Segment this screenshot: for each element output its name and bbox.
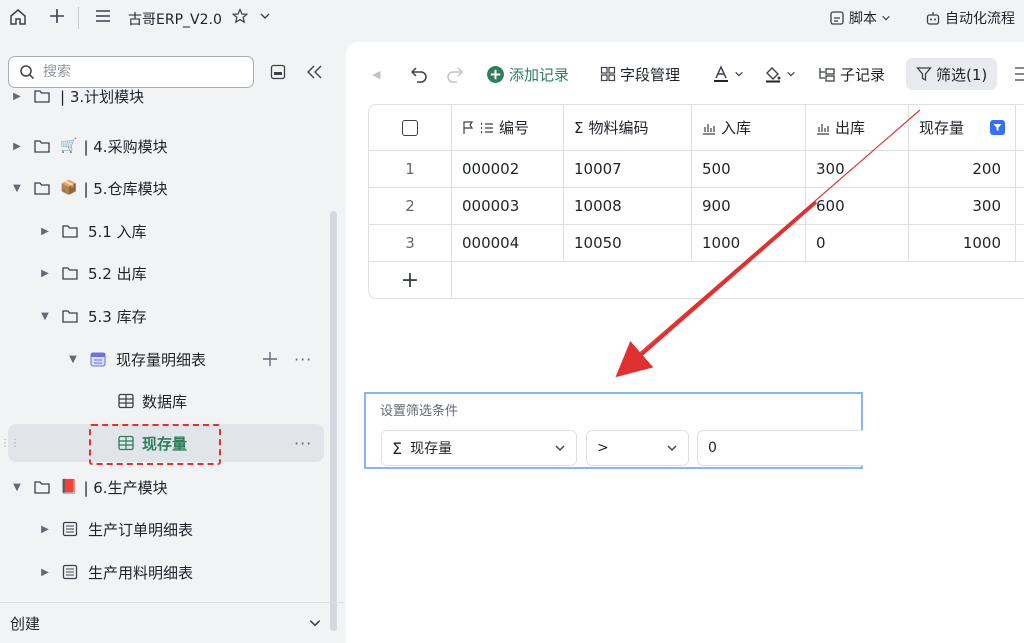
tree-item-stock-detail[interactable]: ▼ 现存量明细表 ···	[66, 340, 324, 378]
tree-item-label: 生产订单明细表	[88, 520, 194, 539]
folder-icon	[34, 181, 50, 195]
tree-item-warehouse[interactable]: ▼ 📦 | 5.仓库模块	[10, 169, 168, 207]
book-icon: 📕	[60, 479, 78, 495]
script-label: 脚本	[849, 11, 877, 27]
calendar-table-icon	[90, 351, 106, 367]
tree-item-purchase[interactable]: ▶ 🛒 | 4.采购模块	[10, 127, 168, 165]
app-title: 古哥ERP_V2.0	[128, 12, 222, 28]
create-bar[interactable]: 创建	[0, 602, 344, 643]
caret-down-icon[interactable]: ▼	[66, 354, 80, 365]
automation-button[interactable]: 自动化流程	[925, 8, 1015, 28]
tree-item-label: 现存量明细表	[116, 350, 207, 369]
tree-item-label: 5.3 库存	[88, 307, 147, 326]
tree-item-outbound[interactable]: ▶ 5.2 出库	[38, 254, 147, 292]
drag-handle-icon[interactable]: ⋮⋮	[0, 438, 20, 449]
tree-item-database[interactable]: 数据库	[118, 382, 187, 420]
script-icon	[830, 11, 844, 25]
tree-item-label: | 6.生产模块	[83, 478, 168, 497]
tree-item-label: 5.2 出库	[88, 264, 147, 283]
create-label: 创建	[10, 614, 41, 633]
tree-item-production-material[interactable]: ▶ 生产用料明细表	[38, 553, 193, 591]
more-icon[interactable]: ···	[294, 350, 312, 369]
add-icon[interactable]	[48, 7, 66, 25]
caret-right-icon[interactable]: ▶	[38, 226, 52, 237]
caret-down-icon[interactable]: ▼	[10, 183, 24, 194]
chevron-down-icon	[882, 15, 890, 21]
folder-icon	[62, 266, 78, 280]
folder-icon	[34, 89, 50, 103]
more-icon[interactable]: ···	[294, 434, 312, 453]
caret-down-icon[interactable]: ▼	[38, 311, 52, 322]
script-button[interactable]: 脚本	[829, 8, 891, 28]
caret-right-icon[interactable]: ▶	[38, 567, 52, 578]
tree-item-production[interactable]: ▼ 📕 | 6.生产模块	[10, 468, 168, 506]
chevron-down-icon	[309, 620, 321, 627]
annotation-arrow	[615, 109, 921, 378]
list-icon	[62, 564, 78, 580]
tree-item-production-order[interactable]: ▶ 生产订单明细表	[38, 510, 193, 548]
package-icon: 📦	[60, 180, 78, 196]
menu-icon[interactable]	[95, 8, 111, 24]
table-icon	[118, 393, 134, 409]
chevron-down-icon[interactable]	[259, 10, 271, 22]
caret-right-icon[interactable]: ▶	[10, 141, 24, 152]
tree-item-label: | 3.计划模块	[60, 88, 145, 106]
divider	[78, 7, 79, 29]
home-icon[interactable]	[8, 7, 28, 27]
tree-item-label: | 5.仓库模块	[83, 179, 168, 198]
caret-right-icon[interactable]: ▶	[10, 91, 24, 102]
folder-icon	[34, 139, 50, 153]
top-bar: 古哥ERP_V2.0 脚本 自动化流程	[0, 0, 1024, 36]
collapse-panel-icon[interactable]	[270, 64, 286, 80]
tree-item-label: | 4.采购模块	[83, 137, 168, 156]
tree-item-label: 数据库	[142, 392, 188, 411]
caret-right-icon[interactable]: ▶	[38, 524, 52, 535]
folder-icon	[62, 309, 78, 323]
search-icon	[20, 65, 35, 80]
robot-icon	[926, 12, 940, 25]
main-panel: ◀ 添加记录 字段管理 子记录 筛选(1) 编号 Σ 物料编码 入库 出库 现存…	[346, 42, 1024, 643]
highlight-annotation	[89, 424, 221, 465]
sidebar: ▶ | 3.计划模块 ▶ 🛒 | 4.采购模块 ▼ 📦 | 5.仓库模块 ▶ 5…	[0, 36, 344, 643]
tree-item-label: 生产用料明细表	[88, 563, 194, 582]
folder-icon	[62, 224, 78, 238]
tree-item-inventory[interactable]: ▼ 5.3 库存	[38, 297, 147, 335]
folder-icon	[34, 480, 50, 494]
sidebar-scrollbar[interactable]	[330, 211, 337, 631]
tree-item-plan[interactable]: ▶ | 3.计划模块	[10, 88, 144, 118]
caret-down-icon[interactable]: ▼	[10, 482, 24, 493]
add-icon[interactable]	[262, 351, 278, 367]
automation-label: 自动化流程	[945, 11, 1015, 27]
double-chevron-left-icon[interactable]	[305, 64, 323, 80]
tree-item-label: 5.1 入库	[88, 222, 147, 241]
search-box[interactable]	[8, 56, 254, 88]
search-input[interactable]	[43, 64, 223, 80]
star-icon[interactable]	[232, 8, 248, 24]
cart-icon: 🛒	[60, 138, 78, 154]
tree-item-inbound[interactable]: ▶ 5.1 入库	[38, 212, 147, 250]
list-icon	[62, 521, 78, 537]
caret-right-icon[interactable]: ▶	[38, 268, 52, 279]
